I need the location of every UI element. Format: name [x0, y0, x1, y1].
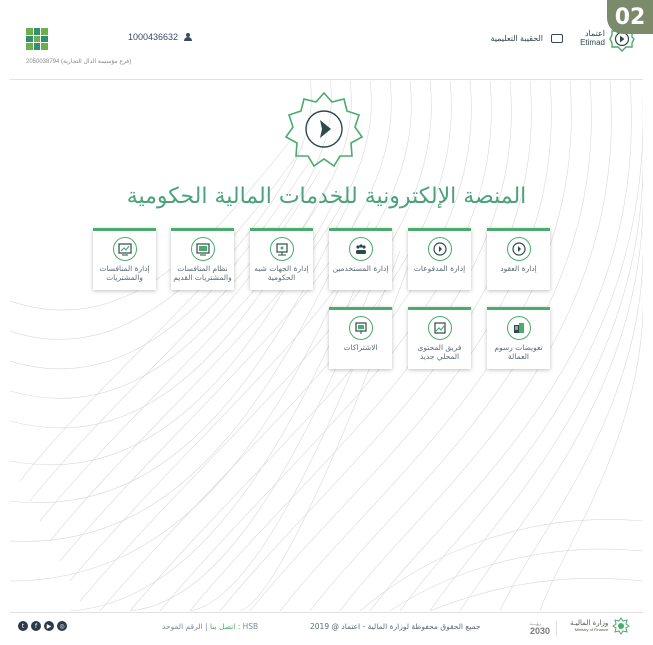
mof-ar: وزارة الماليـة [570, 618, 609, 627]
step-badge: 02 [607, 0, 653, 34]
mof-en: Ministry of Finance [574, 626, 609, 632]
users-icon [348, 237, 373, 261]
tile-label: فريق المحتوى المحلي جديد [417, 343, 462, 361]
vision-text: 2030 [530, 626, 551, 636]
mof-emblem-icon [612, 617, 631, 635]
legacy-tenders-icon [190, 237, 215, 261]
labor-fees-icon [506, 316, 531, 340]
tile-local-content[interactable]: فريق المحتوى المحلي جديد [408, 307, 471, 369]
tile-label: إدارة المنافسات والمشتريات [99, 264, 150, 282]
youtube-icon[interactable]: ▶ [44, 621, 54, 631]
tile-label: إدارة المدفوعات [413, 264, 466, 273]
user-icon [184, 33, 193, 41]
user-account[interactable]: 1000436632 [128, 32, 193, 42]
social-links: t f ▶ ◎ [18, 621, 67, 631]
tile-payments[interactable]: إدارة المدفوعات [408, 228, 471, 290]
tile-label: إدارة العقود [500, 264, 537, 273]
tile-users[interactable]: إدارة المستخدمين [329, 228, 392, 290]
ministry-of-finance-logo: وزارة الماليـة Ministry of Finance [570, 617, 631, 635]
tile-label: إدارة المستخدمين [332, 264, 389, 273]
tile-label: إدارة الجهات شبه الحكومية [254, 264, 309, 282]
footer: t f ▶ ◎ اتصل بنا | الرقم الموحد : HSB جم… [10, 612, 643, 640]
apps-grid-icon[interactable] [26, 28, 48, 50]
etimad-emblem-icon [285, 91, 363, 168]
contact-us-link[interactable]: اتصل بنا [210, 622, 235, 631]
vision-2030-logo: رؤيـــة 2030 [530, 621, 558, 636]
tile-tenders[interactable]: إدارة المنافسات والمشتريات [93, 228, 156, 290]
tile-legacy-tenders[interactable]: نظام المنافسات والمشتريات القديم [171, 228, 234, 290]
tile-contracts[interactable]: إدارة العقود [487, 228, 550, 290]
page-title: المنصة الإلكترونية للخدمات المالية الحكو… [126, 184, 527, 209]
payments-icon [427, 237, 452, 261]
tile-label: الاشتراكات [343, 343, 378, 352]
tile-subscriptions[interactable]: الاشتراكات [329, 307, 392, 369]
facebook-icon[interactable]: f [31, 621, 41, 631]
tenders-icon [112, 237, 137, 261]
bag-icon [551, 34, 563, 43]
tile-label: تعويضات رسوم العمالة [494, 343, 543, 361]
contract-icon [506, 237, 531, 261]
app-frame: 02 1000436632 2050038794 (فرع مؤسسة الدا… [0, 0, 653, 645]
tile-labor-fees[interactable]: تعويضات رسوم العمالة [487, 307, 550, 369]
tile-label: نظام المنافسات والمشتريات القديم [173, 264, 232, 282]
organization-name: 2050038794 (فرع مؤسسة الدال التجارية) [26, 59, 132, 65]
local-content-icon [427, 316, 452, 340]
learning-bag-link[interactable]: الحقيبة التعليمية [490, 34, 563, 43]
learning-bag-label: الحقيبة التعليمية [490, 34, 543, 43]
contact-area: اتصل بنا | الرقم الموحد : HSB [162, 622, 259, 631]
subscriptions-icon [348, 316, 373, 340]
tile-semi-gov[interactable]: إدارة الجهات شبه الحكومية [250, 228, 313, 290]
copyright-text: جميع الحقوق محفوظة لوزارة المالية - اعتم… [310, 622, 481, 631]
user-id-text: 1000436632 [128, 32, 179, 42]
semi-gov-icon [269, 237, 294, 261]
twitter-icon[interactable]: t [18, 621, 28, 631]
header: 1000436632 2050038794 (فرع مؤسسة الدال ا… [10, 18, 643, 80]
instagram-icon[interactable]: ◎ [57, 621, 67, 631]
logo-en: Etimad [580, 38, 605, 47]
